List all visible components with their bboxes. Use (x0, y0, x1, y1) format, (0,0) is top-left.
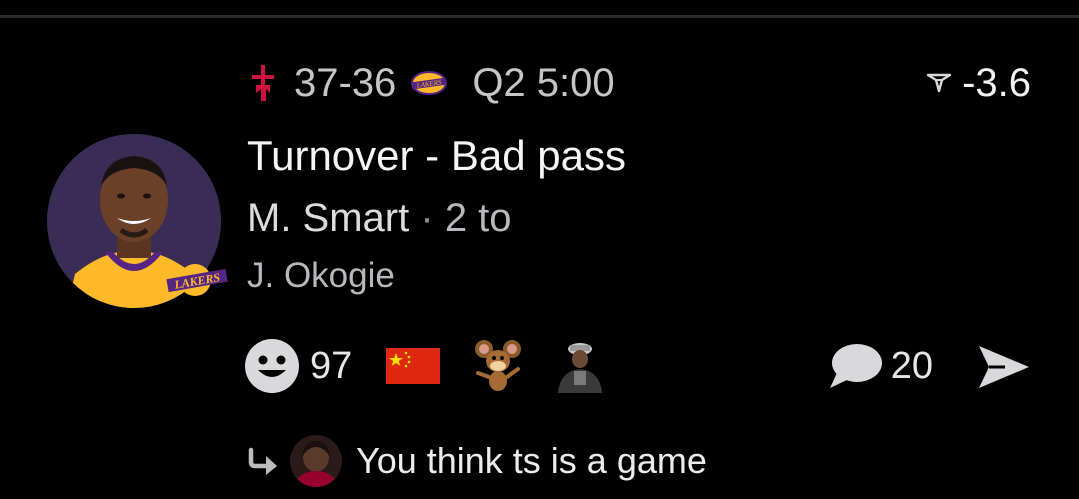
receiver-name-link[interactable]: J. Okogie (247, 256, 395, 296)
reply-text: You think ts is a game (356, 440, 707, 481)
china-flag-icon[interactable] (386, 348, 441, 384)
odds-icon (926, 73, 952, 93)
comments-button[interactable]: 20 (827, 338, 933, 394)
jerry-mouse-icon[interactable] (472, 339, 524, 393)
lakers-badge-icon: LAKERS (166, 264, 228, 296)
assist-connector: 2 to (444, 196, 512, 240)
player-avatar-wrap[interactable]: LAKERS (47, 134, 228, 308)
game-score: 37-36 (294, 60, 397, 105)
smiley-icon (245, 339, 299, 393)
comment-bubble-icon (829, 344, 882, 388)
reaction-count: 97 (310, 344, 353, 387)
rockets-logo-icon (252, 65, 274, 101)
player-name-link[interactable]: M. Smart (247, 196, 409, 240)
spread-display[interactable]: -3.6 (926, 58, 1031, 108)
add-reaction-button[interactable]: 97 (244, 338, 352, 394)
play-title: Turnover - Bad pass (247, 132, 626, 179)
reply-user-avatar[interactable] (290, 435, 342, 487)
share-icon[interactable] (975, 342, 1033, 392)
reaction-row: 97 (244, 338, 608, 394)
reply-arrow-icon (248, 447, 277, 475)
comment-count: 20 (890, 344, 933, 387)
top-divider (0, 15, 1079, 18)
person-sticker-icon[interactable] (552, 339, 608, 393)
reply-user-photo-icon (290, 435, 342, 487)
game-score-row[interactable]: 37-36 LAKERS Q2 5:00 (248, 58, 615, 108)
game-clock: Q2 5:00 (472, 60, 615, 105)
separator-dot: · (420, 196, 434, 240)
spread-value: -3.6 (962, 60, 1031, 105)
play-player-line: M. Smart · 2 to (247, 196, 512, 241)
lakers-logo-icon: LAKERS (411, 71, 448, 95)
reply-preview[interactable]: You think ts is a game (246, 434, 707, 488)
